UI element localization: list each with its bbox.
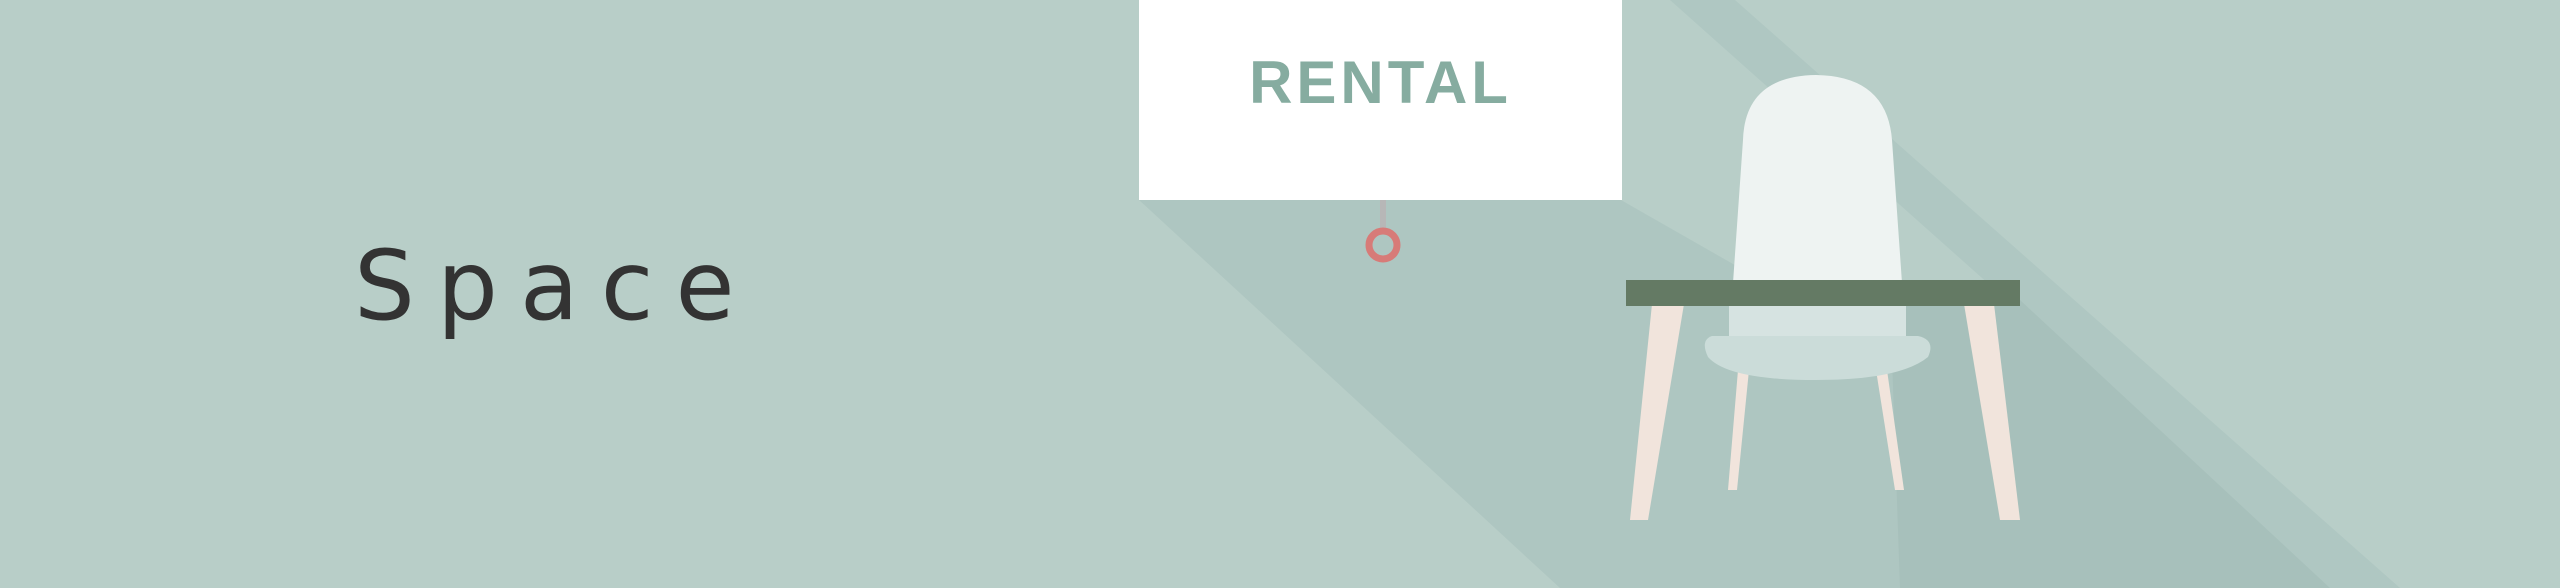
sign-label: RENTAL xyxy=(1249,49,1512,116)
banner-heading: Space xyxy=(354,230,757,342)
rental-banner: RENTAL Space xyxy=(0,0,2560,588)
table-icon xyxy=(1626,280,2020,306)
sign-string xyxy=(1380,200,1386,230)
